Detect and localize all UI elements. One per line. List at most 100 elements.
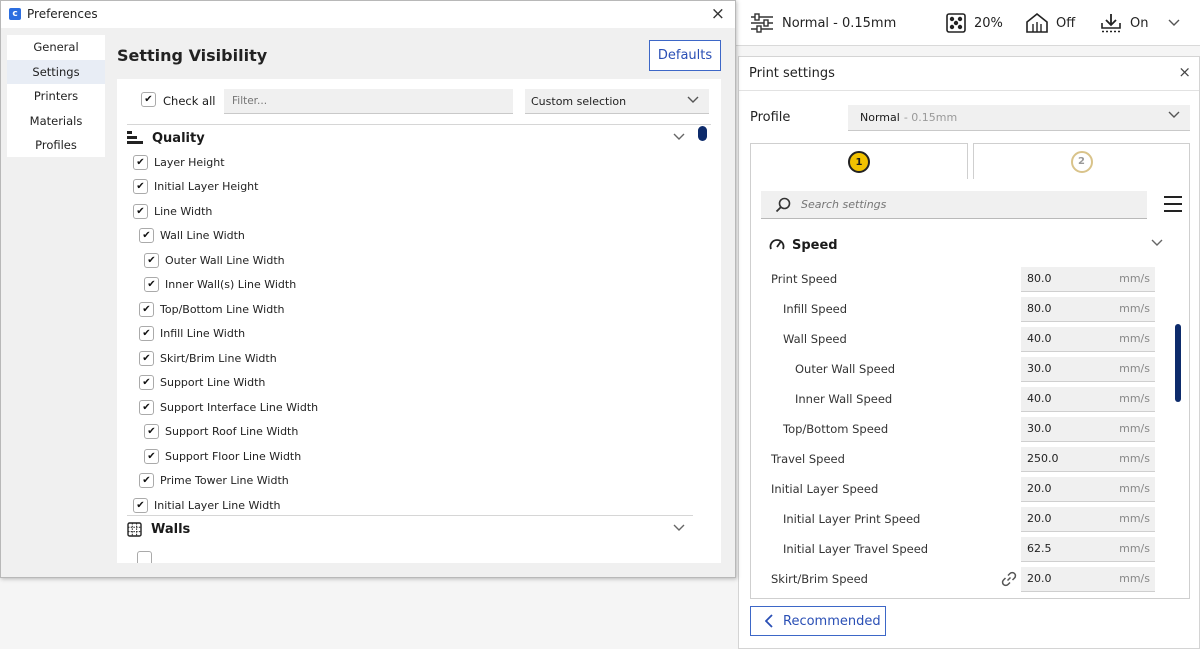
- profile-dropdown[interactable]: Normal - 0.15mm: [848, 105, 1190, 131]
- setting-value: 20.0: [1027, 512, 1052, 525]
- extruder-tab-1[interactable]: 1: [750, 143, 968, 180]
- visibility-checkbox[interactable]: ✔: [139, 375, 154, 390]
- setting-value-input[interactable]: 40.0 mm/s: [1021, 387, 1155, 412]
- visibility-checkbox[interactable]: ✔: [139, 228, 154, 243]
- visibility-checkbox[interactable]: ✔: [139, 301, 154, 317]
- setting-value-input[interactable]: 80.0 mm/s: [1021, 267, 1155, 292]
- category-speed[interactable]: Speed: [769, 235, 838, 255]
- setting-row: Inner Wall Speed 40.0 mm/s: [751, 385, 1161, 415]
- setting-value-input[interactable]: 20.0 mm/s: [1021, 567, 1155, 592]
- close-icon[interactable]: ×: [711, 4, 725, 24]
- nav-general[interactable]: General: [7, 35, 105, 59]
- visibility-item[interactable]: ✔ Skirt/Brim Line Width: [139, 348, 277, 368]
- visibility-checkbox[interactable]: ✔: [133, 203, 148, 219]
- setting-value: 30.0: [1027, 422, 1052, 435]
- chevron-down-icon: [673, 133, 685, 140]
- setting-row: Travel Speed 250.0 mm/s: [751, 445, 1161, 475]
- setting-value-input[interactable]: 40.0 mm/s: [1021, 327, 1155, 352]
- search-bar[interactable]: [761, 191, 1147, 219]
- visibility-item[interactable]: ✔ Layer Height: [133, 152, 225, 172]
- profile-selector[interactable]: Normal - 0.15mm: [750, 0, 896, 46]
- setting-visibility-panel: ✔ Check all Custom selection Quality ✔L: [117, 79, 721, 563]
- visibility-preset-dropdown[interactable]: Custom selection: [525, 89, 709, 114]
- setting-value-input[interactable]: 30.0 mm/s: [1021, 357, 1155, 382]
- visibility-checkbox[interactable]: ✔: [144, 252, 159, 268]
- infill-summary[interactable]: 20%: [946, 0, 1003, 46]
- visibility-item[interactable]: ✔ Initial Layer Height: [133, 177, 258, 197]
- visibility-checkbox[interactable]: ✔: [133, 497, 148, 513]
- visibility-item[interactable]: ✔ Prime Tower Line Width: [139, 471, 289, 491]
- nav-profiles[interactable]: Profiles: [7, 133, 105, 157]
- defaults-button[interactable]: Defaults: [649, 40, 721, 71]
- settings-scrollbar[interactable]: [1175, 324, 1181, 402]
- setting-value: 62.5: [1027, 542, 1052, 555]
- visibility-item[interactable]: ✔ Infill Line Width: [139, 324, 245, 344]
- adhesion-summary[interactable]: On: [1100, 0, 1148, 46]
- check-all-checkbox[interactable]: ✔: [141, 92, 156, 107]
- search-icon: [775, 197, 791, 212]
- support-summary[interactable]: Off: [1026, 0, 1075, 46]
- nav-printers[interactable]: Printers: [7, 84, 105, 108]
- setting-value-input[interactable]: 80.0 mm/s: [1021, 297, 1155, 322]
- profile-summary: Normal - 0.15mm: [782, 15, 897, 31]
- visibility-checkbox[interactable]: ✔: [139, 326, 154, 341]
- link-icon[interactable]: [1001, 571, 1017, 587]
- setting-value-input[interactable]: 20.0 mm/s: [1021, 507, 1155, 532]
- visibility-item[interactable]: ✔ Inner Wall(s) Line Width: [144, 275, 296, 295]
- setting-label: Initial Layer Travel Speed: [783, 542, 929, 556]
- visibility-scrollbar[interactable]: [698, 126, 707, 141]
- support-value: Off: [1056, 15, 1076, 31]
- nav-settings[interactable]: Settings: [7, 60, 105, 84]
- nav-materials[interactable]: Materials: [7, 109, 105, 133]
- visibility-checkbox[interactable]: ✔: [139, 473, 154, 488]
- visibility-item[interactable]: ✔ Wall Line Width: [139, 226, 245, 246]
- setting-label: Initial Layer Speed: [771, 482, 879, 496]
- setting-unit: mm/s: [1119, 542, 1150, 555]
- walls-item-checkbox[interactable]: [137, 551, 152, 563]
- setting-value-input[interactable]: 30.0 mm/s: [1021, 417, 1155, 442]
- visibility-item-label: Support Roof Line Width: [165, 425, 299, 438]
- settings-menu-icon[interactable]: [1163, 195, 1183, 216]
- extruder-tab-2[interactable]: 2: [973, 143, 1190, 180]
- visibility-item[interactable]: ✔ Support Roof Line Width: [144, 422, 298, 442]
- setting-value-input[interactable]: 20.0 mm/s: [1021, 477, 1155, 502]
- visibility-checkbox[interactable]: ✔: [133, 179, 148, 194]
- setting-unit: mm/s: [1119, 392, 1150, 405]
- visibility-item[interactable]: ✔ Support Line Width: [139, 373, 265, 393]
- visibility-checkbox[interactable]: ✔: [144, 448, 159, 464]
- visibility-checkbox[interactable]: ✔: [139, 399, 154, 415]
- chevron-down-icon[interactable]: [1151, 239, 1163, 247]
- visibility-checkbox[interactable]: ✔: [144, 277, 159, 292]
- category-walls[interactable]: Walls: [127, 518, 693, 540]
- search-input[interactable]: [801, 198, 1101, 211]
- visibility-item[interactable]: ✔ Top/Bottom Line Width: [139, 299, 285, 319]
- visibility-item[interactable]: ✔ Support Floor Line Width: [144, 446, 301, 466]
- filter-input[interactable]: [224, 89, 513, 114]
- visibility-item[interactable]: ✔ Support Interface Line Width: [139, 397, 318, 417]
- category-quality[interactable]: Quality: [127, 127, 693, 149]
- setting-label: Initial Layer Print Speed: [783, 512, 921, 526]
- walls-icon: [127, 521, 142, 537]
- setting-row: Initial Layer Speed 20.0 mm/s: [751, 475, 1161, 505]
- visibility-item[interactable]: ✔ Line Width: [133, 201, 212, 221]
- close-icon[interactable]: ×: [1178, 63, 1191, 81]
- visibility-checkbox[interactable]: ✔: [139, 350, 154, 366]
- settings-list-container: Speed Print Speed 80.0 mm/s Infill Speed 80.…: [750, 179, 1190, 599]
- setting-value: 40.0: [1027, 332, 1052, 345]
- print-setup-expand[interactable]: [1168, 0, 1180, 46]
- chevron-down-icon: [673, 524, 685, 531]
- visibility-item-label: Support Interface Line Width: [160, 400, 319, 414]
- visibility-item[interactable]: ✔ Outer Wall Line Width: [144, 250, 285, 270]
- recommended-button[interactable]: Recommended: [750, 606, 886, 636]
- preferences-titlebar: c Preferences ×: [1, 1, 735, 28]
- visibility-item-label: Prime Tower Line Width: [160, 474, 289, 487]
- setting-label: Skirt/Brim Speed: [771, 572, 868, 586]
- setting-visibility-page: Setting Visibility Defaults ✔ Check all …: [117, 35, 721, 563]
- visibility-checkbox[interactable]: ✔: [144, 424, 159, 439]
- setting-value-input[interactable]: 250.0 mm/s: [1021, 447, 1155, 472]
- profile-dropdown-value: Normal: [860, 111, 900, 124]
- setting-unit: mm/s: [1119, 362, 1150, 375]
- setting-value-input[interactable]: 62.5 mm/s: [1021, 537, 1155, 562]
- visibility-item[interactable]: ✔ Initial Layer Line Width: [133, 495, 280, 515]
- visibility-checkbox[interactable]: ✔: [133, 154, 148, 170]
